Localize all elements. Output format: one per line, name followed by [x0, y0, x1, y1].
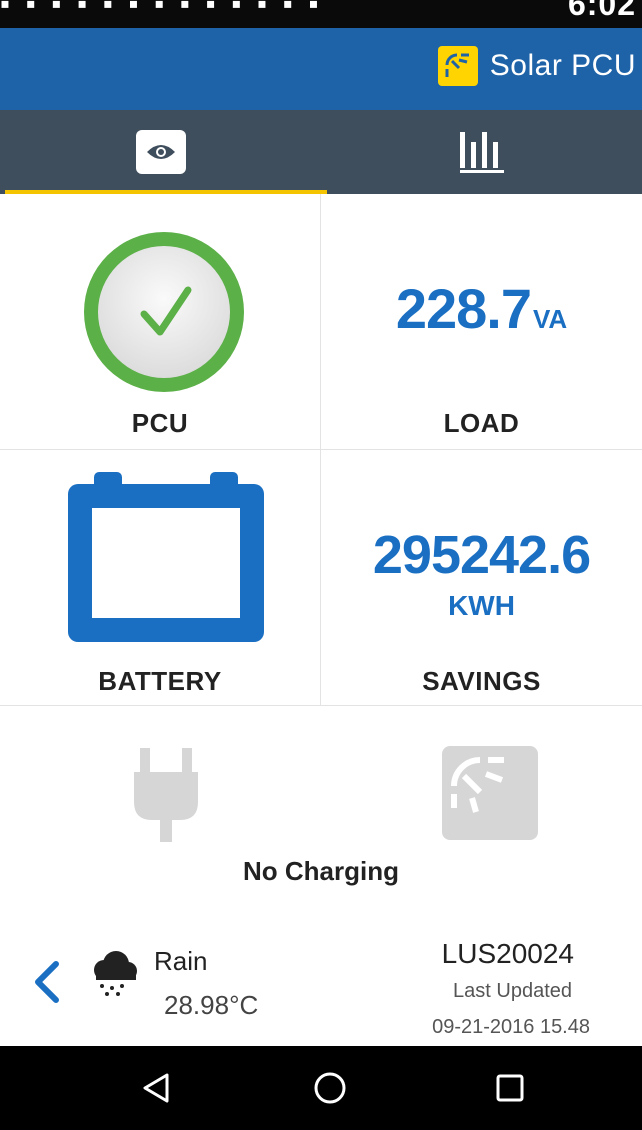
- battery-outline-icon: [68, 472, 264, 642]
- tab-statistics[interactable]: [321, 110, 642, 194]
- footer: Rain 28.98°C LUS20024 Last Updated 09-21…: [0, 926, 642, 1046]
- nav-back-button[interactable]: [116, 1046, 196, 1130]
- last-updated-time: 09-21-2016 15.48: [432, 1016, 590, 1038]
- brand: Solar PCU: [437, 42, 636, 90]
- app-title: Solar PCU: [489, 49, 636, 82]
- eye-icon: [135, 130, 186, 174]
- charging-status: No Charging: [243, 856, 399, 886]
- tab-bar: [0, 110, 642, 194]
- last-updated-label: Last Updated: [453, 980, 572, 1002]
- nav-home-button[interactable]: [290, 1046, 370, 1130]
- chevron-left-icon[interactable]: [32, 960, 62, 1004]
- load-label: LOAD: [443, 408, 520, 438]
- home-circle-icon: [314, 1072, 346, 1104]
- weather-condition: Rain: [154, 946, 208, 976]
- savings-label: SAVINGS: [422, 666, 541, 696]
- status-bar: ▪ ▪ ▪ ▪ ▪ ▪ ▪ ▪ ▪ ▪ ▪ ▪ ▪ 6:02: [0, 0, 642, 28]
- pcu-label: PCU: [131, 408, 189, 438]
- load-value: 228.7VA: [321, 276, 642, 341]
- solar-panel-icon: [442, 746, 538, 840]
- load-tile[interactable]: 228.7VA LOAD: [321, 194, 642, 450]
- battery-tile[interactable]: BATTERY: [0, 450, 321, 706]
- solar-panel-logo-icon: [437, 46, 478, 86]
- status-icons: ▪ ▪ ▪ ▪ ▪ ▪ ▪ ▪ ▪ ▪ ▪ ▪ ▪: [0, 0, 323, 19]
- load-unit: VA: [532, 304, 568, 334]
- app-bar: Solar PCU: [0, 28, 642, 110]
- savings-tile[interactable]: 295242.6 KWH SAVINGS: [321, 450, 642, 706]
- status-time: 6:02: [567, 0, 636, 22]
- recents-square-icon: [496, 1074, 524, 1102]
- plug-icon: [134, 748, 198, 842]
- system-nav-bar: [0, 1046, 642, 1130]
- device-id: LUS20024: [441, 938, 574, 969]
- savings-unit: KWH: [448, 590, 515, 621]
- tab-overview[interactable]: [0, 110, 321, 194]
- rain-cloud-icon: [94, 951, 137, 996]
- bar-chart-icon: [459, 132, 504, 173]
- back-triangle-icon: [143, 1073, 169, 1103]
- nav-recents-button[interactable]: [470, 1046, 550, 1130]
- savings-value: 295242.6: [372, 525, 591, 585]
- charging-panel: No Charging: [0, 706, 642, 927]
- battery-label: BATTERY: [98, 666, 222, 696]
- check-circle-icon: [84, 232, 244, 392]
- load-number: 228.7: [395, 277, 532, 340]
- dashboard-grid: PCU 228.7VA LOAD BATTERY 295242.6 KWH SA…: [0, 194, 642, 706]
- weather-temperature: 28.98°C: [164, 990, 259, 1020]
- pcu-tile[interactable]: PCU: [0, 194, 321, 450]
